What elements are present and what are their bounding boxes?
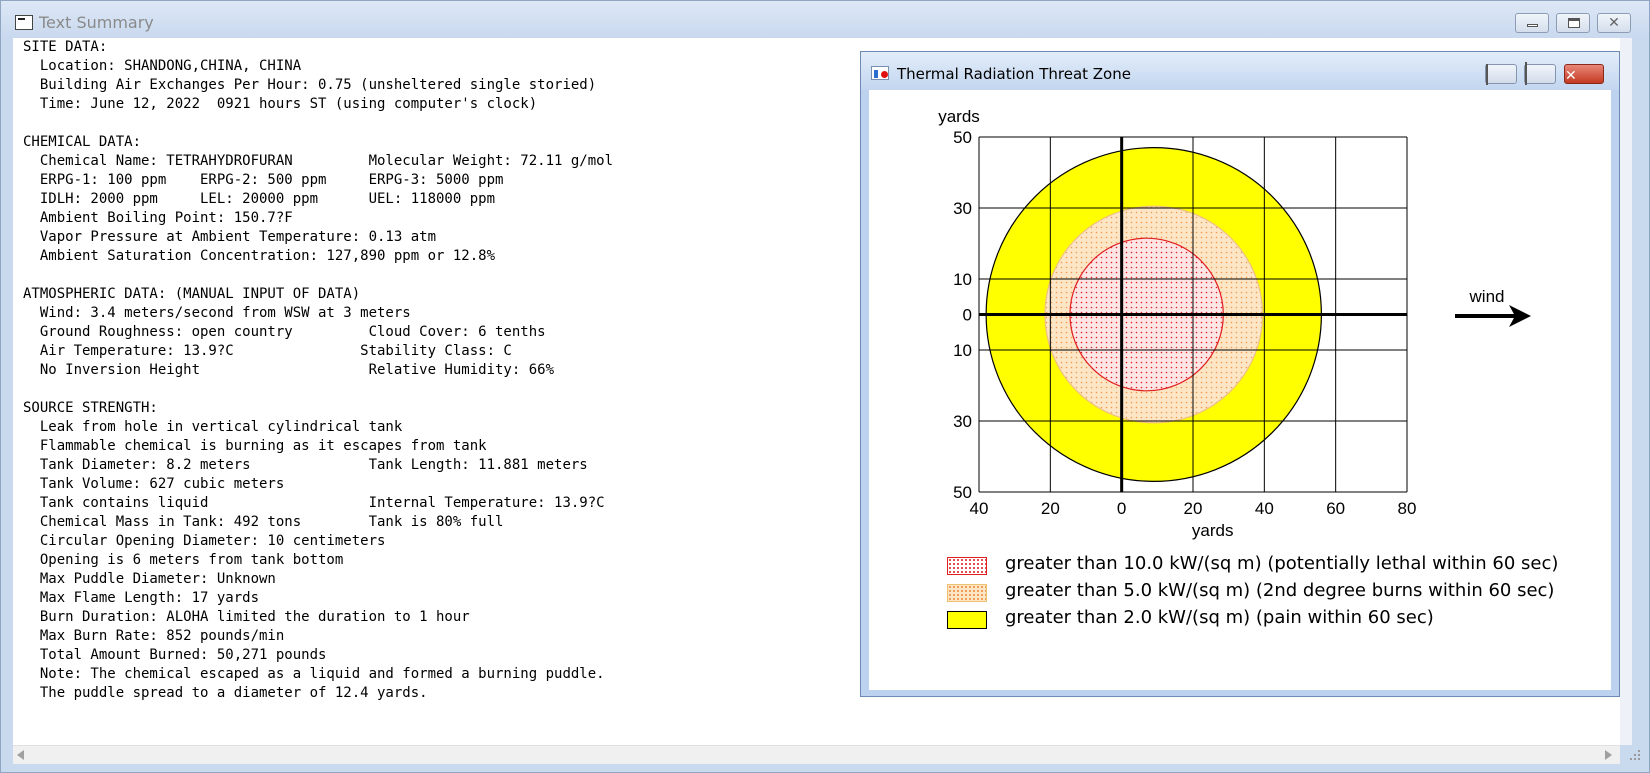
summary-line: Tank contains liquid Internal Temperatur… <box>23 495 605 511</box>
summary-text: SITE DATA: Location: SHANDONG,CHINA, CHI… <box>23 38 613 703</box>
summary-line: Tank Diameter: 8.2 meters Tank Length: 1… <box>23 457 588 473</box>
summary-line: Location: SHANDONG,CHINA, CHINA <box>23 58 302 74</box>
summary-line: Air Temperature: 13.9?C Stability Class:… <box>23 343 512 359</box>
threat-zone-window: Thermal Radiation Threat Zone ✕ 40 20 0 20 4… <box>860 51 1620 697</box>
summary-line: Wind: 3.4 meters/second from WSW at 3 me… <box>23 305 411 321</box>
minimize-button[interactable] <box>1515 13 1549 33</box>
summary-line: SITE DATA: <box>23 39 108 55</box>
summary-line: Chemical Name: TETRAHYDROFURAN Molecular… <box>23 153 614 169</box>
threat-zone-title-bar[interactable]: Thermal Radiation Threat Zone ✕ <box>861 52 1619 90</box>
y-tick-label: 10 <box>953 341 972 360</box>
summary-line: Vapor Pressure at Ambient Temperature: 0… <box>23 229 437 245</box>
resize-grip[interactable] <box>1628 748 1642 762</box>
x-tick-label: 20 <box>1041 499 1060 518</box>
summary-line: Max Burn Rate: 852 pounds/min <box>23 628 285 644</box>
x-axis-label: yards <box>1192 521 1234 540</box>
legend-label: greater than 5.0 kW/(sq m) (2nd degree b… <box>1005 580 1555 601</box>
close-icon: ✕ <box>1565 68 1577 84</box>
summary-line: Flammable chemical is burning as it esca… <box>23 438 487 454</box>
y-tick-label: 50 <box>953 483 972 502</box>
scroll-left-icon[interactable] <box>17 750 24 760</box>
close-button[interactable]: ✕ <box>1597 13 1631 33</box>
threat-close-button[interactable]: ✕ <box>1564 64 1604 84</box>
summary-line: Circular Opening Diameter: 10 centimeter… <box>23 533 386 549</box>
threat-zone-chart-icon <box>871 66 889 80</box>
summary-line: The puddle spread to a diameter of 12.4 … <box>23 685 428 701</box>
summary-line: Leak from hole in vertical cylindrical t… <box>23 419 403 435</box>
horizontal-scrollbar[interactable] <box>13 745 1620 764</box>
y-axis-label: yards <box>938 107 980 126</box>
window-title: Text Summary <box>39 13 154 32</box>
legend-swatch-pain <box>947 611 987 629</box>
summary-line: IDLH: 2000 ppm LEL: 20000 ppm UEL: 11800… <box>23 191 496 207</box>
threat-zone-plot-area: 40 20 0 20 40 60 80 50 30 10 0 10 30 50 yards yards wind… <box>869 90 1611 690</box>
x-tick-label: 40 <box>970 499 989 518</box>
legend-label: greater than 10.0 kW/(sq m) (potentially… <box>1005 553 1559 574</box>
maximize-icon <box>1525 62 1527 85</box>
summary-line: Total Amount Burned: 50,271 pounds <box>23 647 327 663</box>
summary-line: Time: June 12, 2022 0921 hours ST (using… <box>23 96 538 112</box>
wind-label: wind <box>1469 287 1505 306</box>
y-tick-label: 50 <box>953 128 972 147</box>
summary-line: Building Air Exchanges Per Hour: 0.75 (u… <box>23 77 597 93</box>
summary-line: Chemical Mass in Tank: 492 tons Tank is … <box>23 514 504 530</box>
document-icon <box>15 15 33 30</box>
x-tick-label: 0 <box>1117 499 1126 518</box>
y-tick-label: 30 <box>953 199 972 218</box>
summary-line: Opening is 6 meters from tank bottom <box>23 552 344 568</box>
maximize-icon <box>1568 18 1580 28</box>
summary-line: Burn Duration: ALOHA limited the duratio… <box>23 609 470 625</box>
maximize-button[interactable] <box>1556 13 1590 33</box>
x-tick-label: 20 <box>1184 499 1203 518</box>
y-tick-label: 10 <box>953 270 972 289</box>
y-tick-label: 0 <box>963 306 972 325</box>
close-icon: ✕ <box>1608 15 1620 31</box>
summary-line: Max Flame Length: 17 yards <box>23 590 260 606</box>
threat-zone-plot: 40 20 0 20 40 60 80 50 30 10 0 10 30 50 yards yards wind <box>938 107 1531 540</box>
threat-minimize-button[interactable] <box>1485 64 1517 85</box>
summary-line: Note: The chemical escaped as a liquid a… <box>23 666 605 682</box>
summary-line: SOURCE STRENGTH: <box>23 400 158 416</box>
summary-line: Max Puddle Diameter: Unknown <box>23 571 276 587</box>
threat-zone-title: Thermal Radiation Threat Zone <box>897 65 1131 83</box>
vertical-scrollbar[interactable] <box>1620 38 1632 745</box>
y-tick-label: 30 <box>953 412 972 431</box>
minimize-icon <box>1486 64 1488 85</box>
legend-label: greater than 2.0 kW/(sq m) (pain within … <box>1005 607 1434 628</box>
summary-line: ERPG-1: 100 ppm ERPG-2: 500 ppm ERPG-3: … <box>23 172 504 188</box>
x-tick-label: 40 <box>1255 499 1274 518</box>
title-bar[interactable]: Text Summary ✕ <box>1 1 1649 39</box>
x-tick-label: 60 <box>1326 499 1345 518</box>
minimize-icon <box>1527 24 1538 27</box>
summary-line: ATMOSPHERIC DATA: (MANUAL INPUT OF DATA) <box>23 286 361 302</box>
summary-line: Ground Roughness: open country Cloud Cov… <box>23 324 546 340</box>
summary-line: No Inversion Height Relative Humidity: 6… <box>23 362 555 378</box>
threat-maximize-button[interactable] <box>1524 62 1556 85</box>
summary-line: CHEMICAL DATA: <box>23 134 142 150</box>
summary-line: Ambient Boiling Point: 150.7?F <box>23 210 293 226</box>
summary-line: Ambient Saturation Concentration: 127,89… <box>23 248 496 264</box>
summary-line: Tank Volume: 627 cubic meters <box>23 476 285 492</box>
x-tick-label: 80 <box>1398 499 1417 518</box>
scroll-right-icon[interactable] <box>1605 750 1612 760</box>
legend-swatch-burns <box>947 584 987 602</box>
legend-swatch-lethal <box>947 557 987 575</box>
